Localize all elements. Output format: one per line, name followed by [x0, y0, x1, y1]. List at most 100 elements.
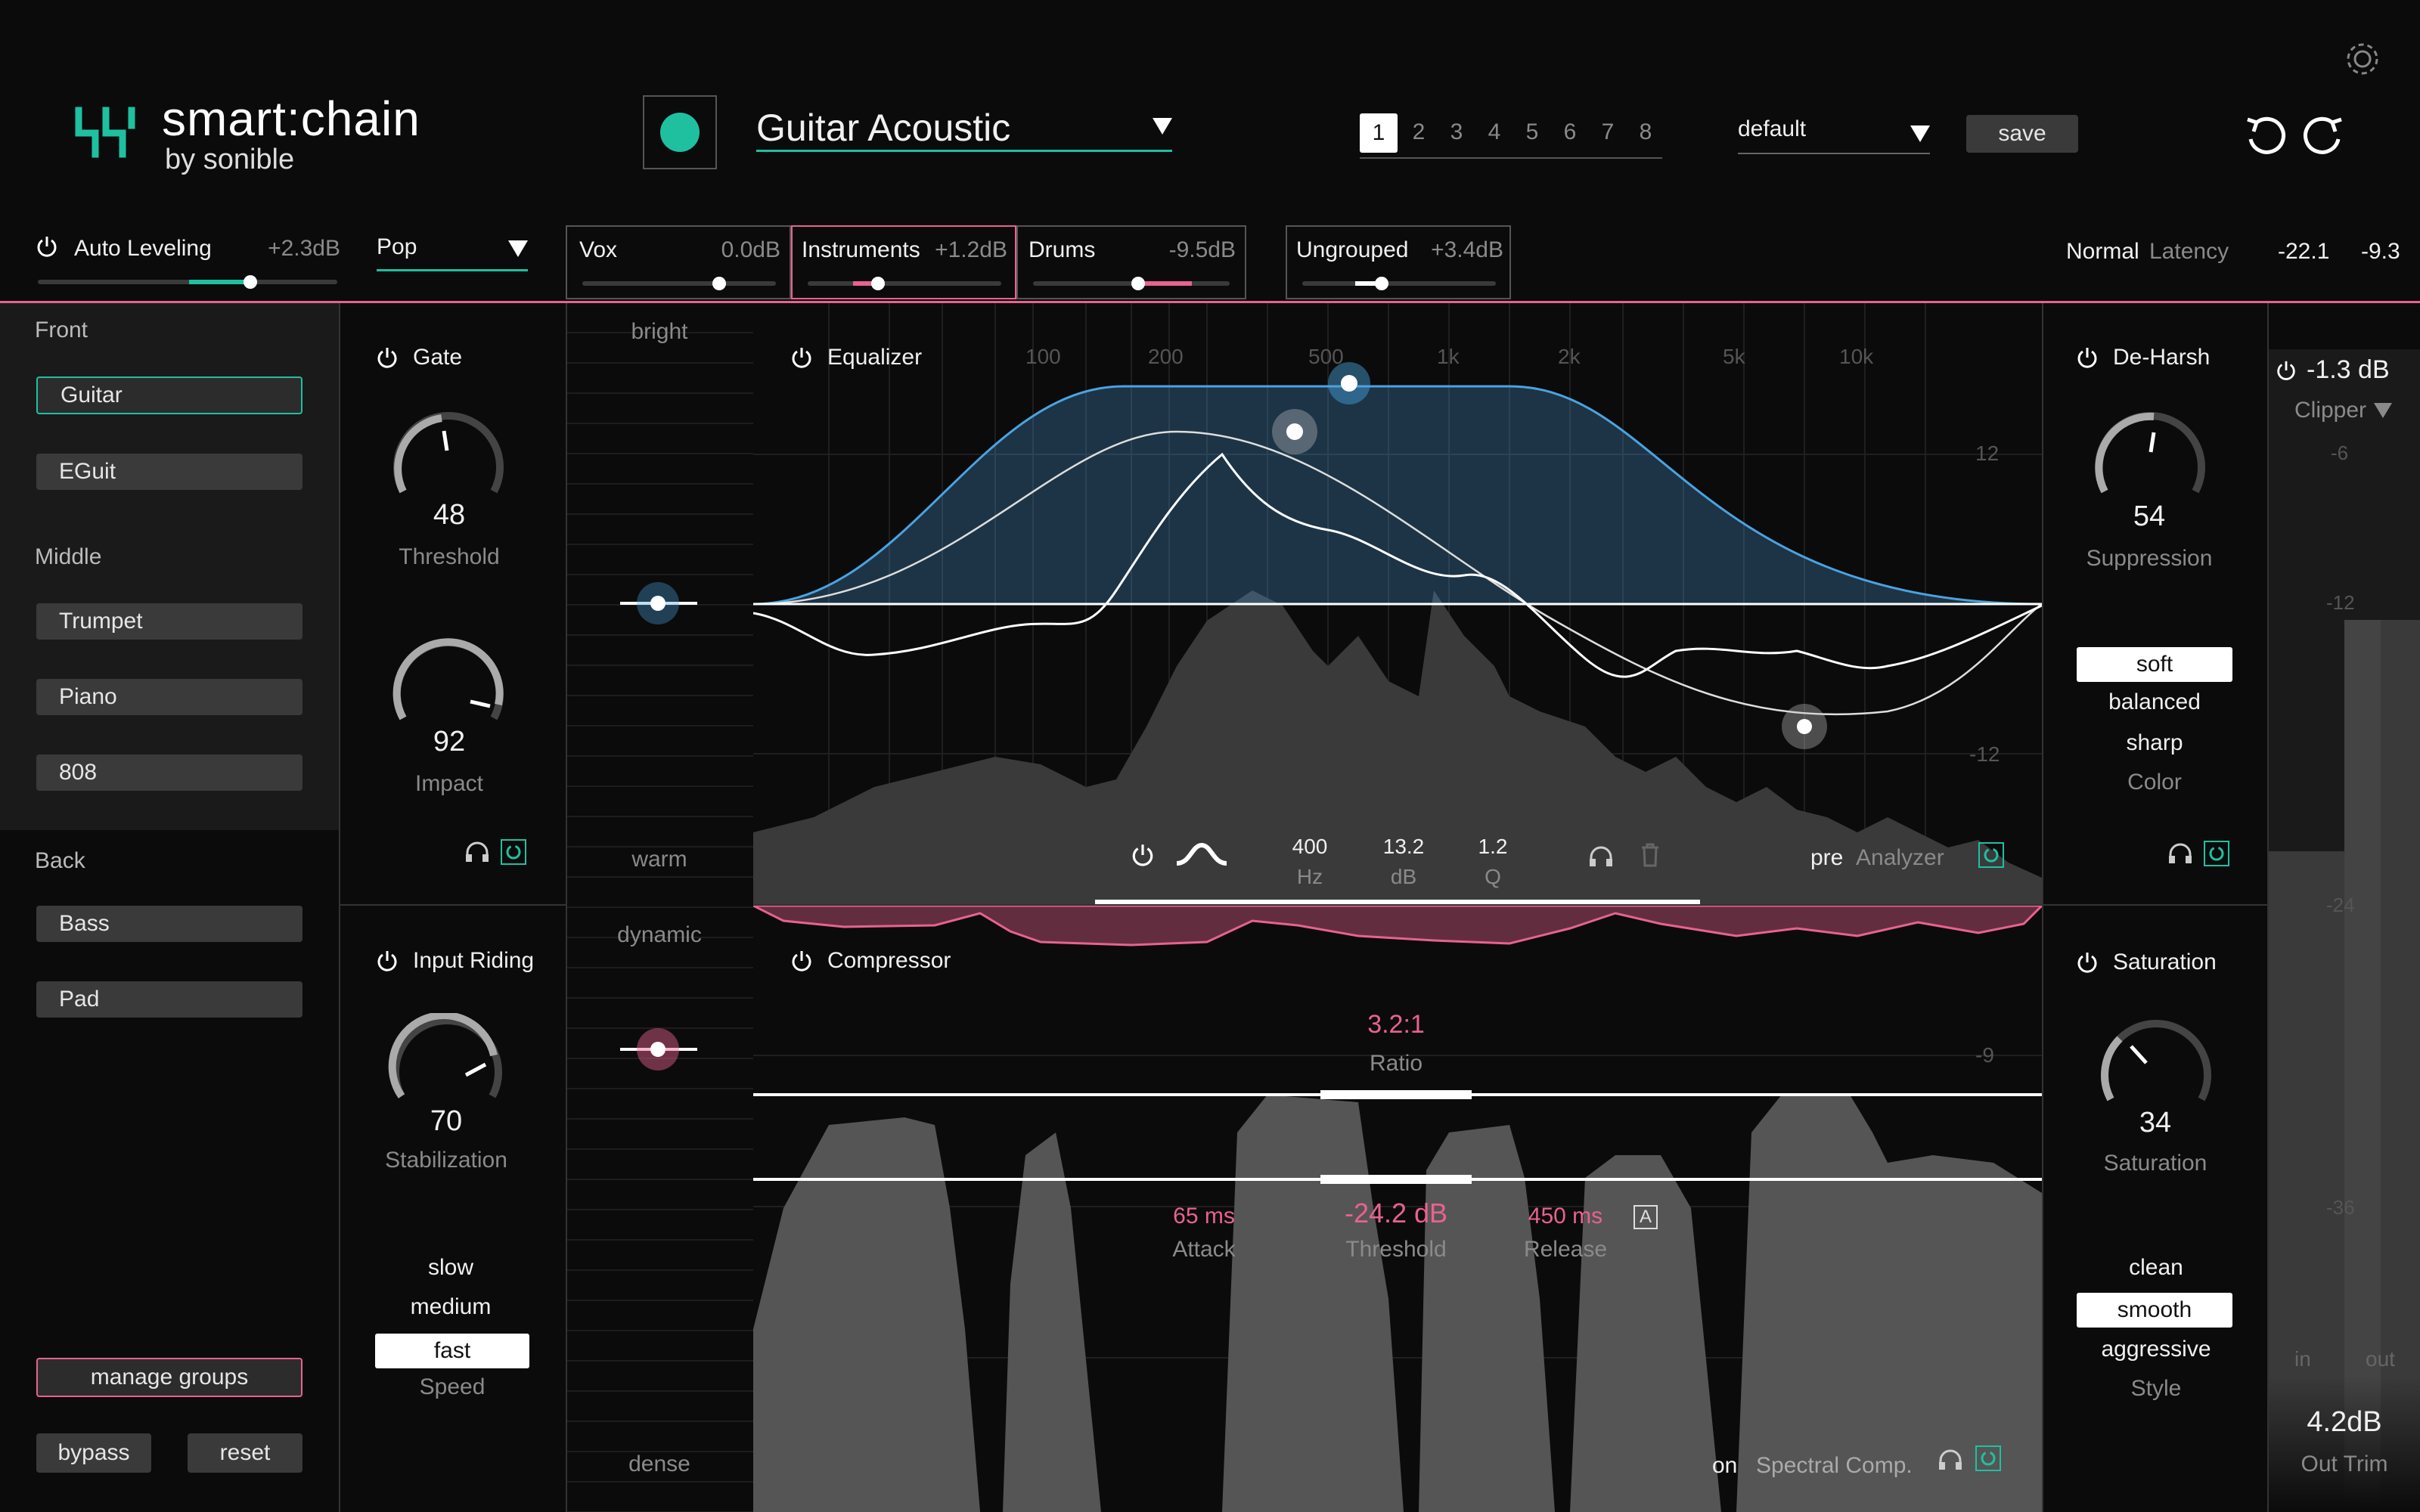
saturation-value: 34: [2139, 1107, 2172, 1139]
clipper-scale-minus6: -6: [2331, 442, 2349, 464]
latency-mode[interactable]: Normal: [2066, 239, 2139, 265]
adapt-icon[interactable]: [1978, 842, 2004, 868]
slot-3[interactable]: 3: [1441, 119, 1472, 145]
channel-handle[interactable]: [1131, 277, 1145, 290]
tone-eq-handle[interactable]: [620, 581, 697, 626]
manage-groups-button[interactable]: manage groups: [36, 1358, 302, 1397]
headphones-icon[interactable]: [1938, 1448, 1963, 1471]
slot-1[interactable]: 1: [1360, 113, 1398, 153]
eq-band-gain[interactable]: 13.2: [1373, 835, 1434, 859]
slot-5[interactable]: 5: [1517, 119, 1547, 145]
speed-option-fast[interactable]: fast: [375, 1334, 529, 1368]
gate-impact-knob[interactable]: [389, 635, 508, 726]
auto-leveling-handle[interactable]: [244, 275, 257, 289]
sidebar-item-bass[interactable]: Bass: [36, 906, 302, 942]
style-option-smooth[interactable]: smooth: [2077, 1293, 2232, 1328]
deharsh-header: De-Harsh: [2075, 345, 2210, 370]
speed-option-medium[interactable]: medium: [375, 1294, 526, 1320]
channel-label: Drums: [1028, 237, 1096, 262]
eq-band-freq[interactable]: 400: [1283, 835, 1337, 859]
channel-vox[interactable]: Vox 0.0dB: [566, 225, 791, 299]
color-option-soft[interactable]: soft: [2077, 647, 2232, 682]
bypass-button[interactable]: bypass: [36, 1433, 151, 1473]
slot-2[interactable]: 2: [1404, 119, 1434, 145]
save-button[interactable]: save: [1966, 115, 2078, 153]
tone-comp-handle[interactable]: [620, 1027, 697, 1072]
adapt-icon[interactable]: [2204, 841, 2229, 866]
comp-db-minus9: -9: [1975, 1043, 1994, 1067]
preset-dropdown-icon[interactable]: [1153, 118, 1172, 135]
style-option-clean[interactable]: clean: [2078, 1255, 2234, 1281]
headphones-icon[interactable]: [2167, 842, 2193, 865]
power-icon[interactable]: [2075, 345, 2099, 370]
gear-icon[interactable]: [2341, 38, 2384, 80]
undo-icon[interactable]: [2243, 112, 2290, 157]
sidebar-item-pad[interactable]: Pad: [36, 981, 302, 1018]
eq-band-q[interactable]: 1.2: [1463, 835, 1523, 859]
ratio-value[interactable]: 3.2:1: [1320, 1010, 1472, 1040]
release-value[interactable]: 450 ms: [1505, 1204, 1626, 1229]
genre-dropdown[interactable]: Pop: [377, 234, 528, 271]
headphones-icon[interactable]: [1588, 845, 1614, 868]
comp-threshold-value[interactable]: -24.2 dB: [1320, 1198, 1472, 1229]
power-icon[interactable]: [2275, 359, 2297, 382]
channel-instruments[interactable]: Instruments +1.2dB: [791, 225, 1016, 299]
slot-4[interactable]: 4: [1479, 119, 1509, 145]
sidebar-item-guitar[interactable]: Guitar: [36, 376, 302, 414]
channel-ungrouped[interactable]: Ungrouped +3.4dB: [1286, 225, 1511, 299]
channel-handle[interactable]: [1375, 277, 1388, 290]
trash-icon[interactable]: [1640, 842, 1661, 868]
speed-option-slow[interactable]: slow: [375, 1255, 526, 1281]
channel-handle[interactable]: [871, 277, 885, 290]
headphones-icon[interactable]: [464, 841, 490, 863]
saturation-knob[interactable]: [2096, 1016, 2216, 1107]
channel-drums[interactable]: Drums -9.5dB: [1016, 225, 1246, 299]
spectral-comp-state[interactable]: on: [1712, 1453, 1737, 1479]
power-icon[interactable]: [35, 234, 59, 259]
channel-handle[interactable]: [712, 277, 726, 290]
preset-name[interactable]: Guitar Acoustic: [756, 106, 1010, 150]
power-icon[interactable]: [790, 949, 814, 973]
color-option-balanced[interactable]: balanced: [2077, 689, 2232, 715]
reset-button[interactable]: reset: [188, 1433, 302, 1473]
auto-leveling-fill: [189, 280, 250, 284]
style-option-aggressive[interactable]: aggressive: [2078, 1337, 2234, 1362]
profile-dropdown[interactable]: default: [1738, 116, 1930, 154]
clipper-value[interactable]: -1.3 dB: [2307, 355, 2390, 385]
clipper-mode[interactable]: Clipper: [2294, 398, 2393, 423]
power-icon[interactable]: [2075, 950, 2099, 974]
power-icon[interactable]: [375, 345, 399, 370]
channel-slider[interactable]: [1033, 277, 1230, 290]
gate-threshold-knob[interactable]: [389, 408, 508, 499]
bell-shape-icon[interactable]: [1175, 841, 1228, 868]
color-option-sharp[interactable]: sharp: [2077, 730, 2232, 756]
auto-release-badge[interactable]: A: [1634, 1205, 1658, 1229]
channel-slider[interactable]: [582, 277, 776, 290]
power-icon[interactable]: [375, 949, 399, 973]
slot-6[interactable]: 6: [1555, 119, 1585, 145]
slot-7[interactable]: 7: [1593, 119, 1623, 145]
record-button[interactable]: [643, 95, 717, 169]
attack-value[interactable]: 65 ms: [1143, 1204, 1264, 1229]
auto-leveling-slider[interactable]: [38, 275, 337, 289]
slot-8[interactable]: 8: [1630, 119, 1661, 145]
adapt-icon[interactable]: [1975, 1445, 2001, 1471]
power-icon[interactable]: [790, 345, 814, 370]
sidebar-item-808[interactable]: 808: [36, 754, 302, 791]
adapt-icon[interactable]: [501, 839, 526, 865]
channel-slider[interactable]: [1302, 277, 1496, 290]
channel-slider[interactable]: [808, 277, 1001, 290]
suppression-knob[interactable]: [2090, 408, 2210, 499]
out-trim-value[interactable]: 4.2dB: [2269, 1406, 2420, 1439]
redo-icon[interactable]: [2299, 112, 2346, 157]
eq-band-power-icon[interactable]: [1130, 842, 1156, 868]
eq-scroll-bar[interactable]: [1095, 900, 1700, 904]
sidebar-item-piano[interactable]: Piano: [36, 679, 302, 715]
slot-underline: [1360, 157, 1662, 159]
eq-graph[interactable]: [753, 303, 2042, 904]
sidebar-item-eguit[interactable]: EGuit: [36, 454, 302, 490]
analyzer-mode[interactable]: pre: [1810, 845, 1843, 871]
stabilization-knob[interactable]: [387, 1011, 507, 1104]
sidebar-item-trumpet[interactable]: Trumpet: [36, 603, 302, 640]
auto-leveling-label: Auto Leveling: [74, 236, 212, 261]
